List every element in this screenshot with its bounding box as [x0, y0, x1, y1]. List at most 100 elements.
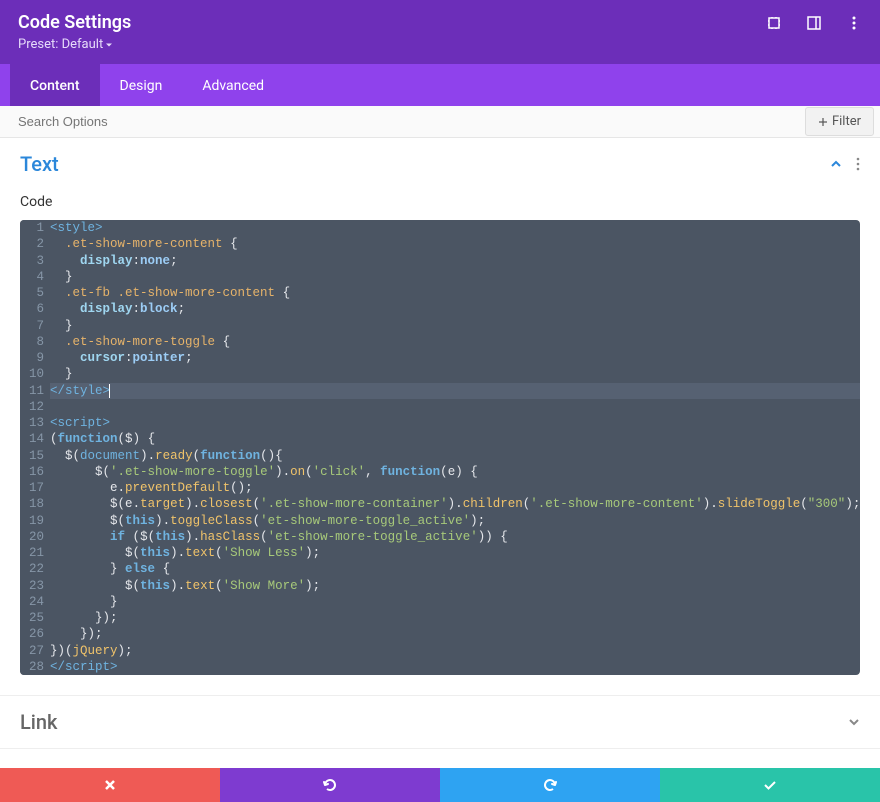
code-line[interactable]: 3 display:none;	[20, 253, 860, 269]
code-line[interactable]: 11</style>	[20, 383, 860, 399]
code-line[interactable]: 20 if ($(this).hasClass('et-show-more-to…	[20, 529, 860, 545]
line-content[interactable]: display:none;	[50, 253, 860, 269]
code-line[interactable]: 16 $('.et-show-more-toggle').on('click',…	[20, 464, 860, 480]
line-number: 22	[20, 561, 50, 577]
line-content[interactable]: .et-show-more-toggle {	[50, 334, 860, 350]
code-editor[interactable]: 1<style>2 .et-show-more-content {3 displ…	[20, 220, 860, 675]
tab-advanced[interactable]: Advanced	[182, 64, 284, 106]
expand-icon[interactable]	[766, 15, 782, 31]
line-number: 15	[20, 448, 50, 464]
line-content[interactable]: $(this).text('Show More');	[50, 578, 860, 594]
filter-button[interactable]: Filter	[805, 107, 874, 136]
filter-label: Filter	[832, 114, 861, 129]
line-content[interactable]: }	[50, 594, 860, 610]
line-content[interactable]: .et-show-more-content {	[50, 236, 860, 252]
line-number: 23	[20, 578, 50, 594]
line-number: 12	[20, 399, 50, 415]
line-number: 16	[20, 464, 50, 480]
tab-content[interactable]: Content	[10, 64, 100, 106]
search-input[interactable]	[0, 106, 805, 137]
save-button[interactable]	[660, 768, 880, 802]
code-line[interactable]: 22 } else {	[20, 561, 860, 577]
line-content[interactable]: }	[50, 366, 860, 382]
line-content[interactable]: (function($) {	[50, 431, 860, 447]
line-number: 8	[20, 334, 50, 350]
code-line[interactable]: 13<script>	[20, 415, 860, 431]
chevron-down-icon	[105, 41, 113, 49]
line-content[interactable]: cursor:pointer;	[50, 350, 860, 366]
plus-icon	[818, 117, 828, 127]
line-content[interactable]: e.preventDefault();	[50, 480, 860, 496]
line-number: 25	[20, 610, 50, 626]
line-content[interactable]: display:block;	[50, 301, 860, 317]
code-line[interactable]: 2 .et-show-more-content {	[20, 236, 860, 252]
code-line[interactable]: 14(function($) {	[20, 431, 860, 447]
line-content[interactable]: .et-fb .et-show-more-content {	[50, 285, 860, 301]
tab-bar: Content Design Advanced	[0, 64, 880, 106]
code-line[interactable]: 17 e.preventDefault();	[20, 480, 860, 496]
panel-icon[interactable]	[806, 15, 822, 31]
code-line[interactable]: 23 $(this).text('Show More');	[20, 578, 860, 594]
preset-selector[interactable]: Preset: Default	[18, 37, 862, 52]
section-more-icon[interactable]	[856, 157, 860, 171]
line-content[interactable]: </style>	[50, 383, 860, 399]
line-content[interactable]: <script>	[50, 415, 860, 431]
line-content[interactable]: $('.et-show-more-toggle').on('click', fu…	[50, 464, 860, 480]
code-line[interactable]: 7 }	[20, 318, 860, 334]
line-content[interactable]: $(this).toggleClass('et-show-more-toggle…	[50, 513, 860, 529]
line-content[interactable]: });	[50, 610, 860, 626]
expand-icon[interactable]	[848, 716, 860, 728]
code-line[interactable]: 1<style>	[20, 220, 860, 236]
redo-button[interactable]	[440, 768, 660, 802]
section-header-text[interactable]: Text	[0, 138, 880, 190]
line-number: 13	[20, 415, 50, 431]
line-content[interactable]: if ($(this).hasClass('et-show-more-toggl…	[50, 529, 860, 545]
code-line[interactable]: 19 $(this).toggleClass('et-show-more-tog…	[20, 513, 860, 529]
line-number: 6	[20, 301, 50, 317]
section-title-link: Link	[20, 710, 57, 734]
code-line[interactable]: 6 display:block;	[20, 301, 860, 317]
code-line[interactable]: 27})(jQuery);	[20, 643, 860, 659]
undo-button[interactable]	[220, 768, 440, 802]
line-number: 21	[20, 545, 50, 561]
line-content[interactable]: $(this).text('Show Less');	[50, 545, 860, 561]
line-content[interactable]	[50, 399, 860, 415]
line-number: 19	[20, 513, 50, 529]
line-content[interactable]: }	[50, 318, 860, 334]
line-number: 11	[20, 383, 50, 399]
line-content[interactable]: </script>	[50, 659, 860, 675]
line-content[interactable]: $(e.target).closest('.et-show-more-conta…	[50, 496, 860, 512]
tab-design[interactable]: Design	[100, 64, 183, 106]
code-line[interactable]: 10 }	[20, 366, 860, 382]
code-line[interactable]: 8 .et-show-more-toggle {	[20, 334, 860, 350]
line-number: 14	[20, 431, 50, 447]
line-content[interactable]: $(document).ready(function(){	[50, 448, 860, 464]
code-line[interactable]: 9 cursor:pointer;	[20, 350, 860, 366]
bottom-bar	[0, 768, 880, 802]
code-line[interactable]: 25 });	[20, 610, 860, 626]
preset-label: Preset: Default	[18, 37, 103, 52]
content-area: Text Code 1<style>2 .et-show-more-conten…	[0, 138, 880, 768]
more-icon[interactable]	[846, 15, 862, 31]
line-content[interactable]: <style>	[50, 220, 860, 236]
line-number: 27	[20, 643, 50, 659]
code-line[interactable]: 15 $(document).ready(function(){	[20, 448, 860, 464]
line-number: 9	[20, 350, 50, 366]
code-line[interactable]: 5 .et-fb .et-show-more-content {	[20, 285, 860, 301]
code-line[interactable]: 24 }	[20, 594, 860, 610]
line-number: 1	[20, 220, 50, 236]
code-line[interactable]: 26 });	[20, 626, 860, 642]
code-line[interactable]: 4 }	[20, 269, 860, 285]
collapse-icon[interactable]	[830, 158, 842, 170]
cancel-button[interactable]	[0, 768, 220, 802]
code-line[interactable]: 18 $(e.target).closest('.et-show-more-co…	[20, 496, 860, 512]
code-line[interactable]: 28</script>	[20, 659, 860, 675]
line-content[interactable]: })(jQuery);	[50, 643, 860, 659]
line-content[interactable]: }	[50, 269, 860, 285]
code-line[interactable]: 12	[20, 399, 860, 415]
section-header-link[interactable]: Link	[0, 696, 880, 748]
line-number: 20	[20, 529, 50, 545]
line-content[interactable]: } else {	[50, 561, 860, 577]
code-line[interactable]: 21 $(this).text('Show Less');	[20, 545, 860, 561]
line-content[interactable]: });	[50, 626, 860, 642]
